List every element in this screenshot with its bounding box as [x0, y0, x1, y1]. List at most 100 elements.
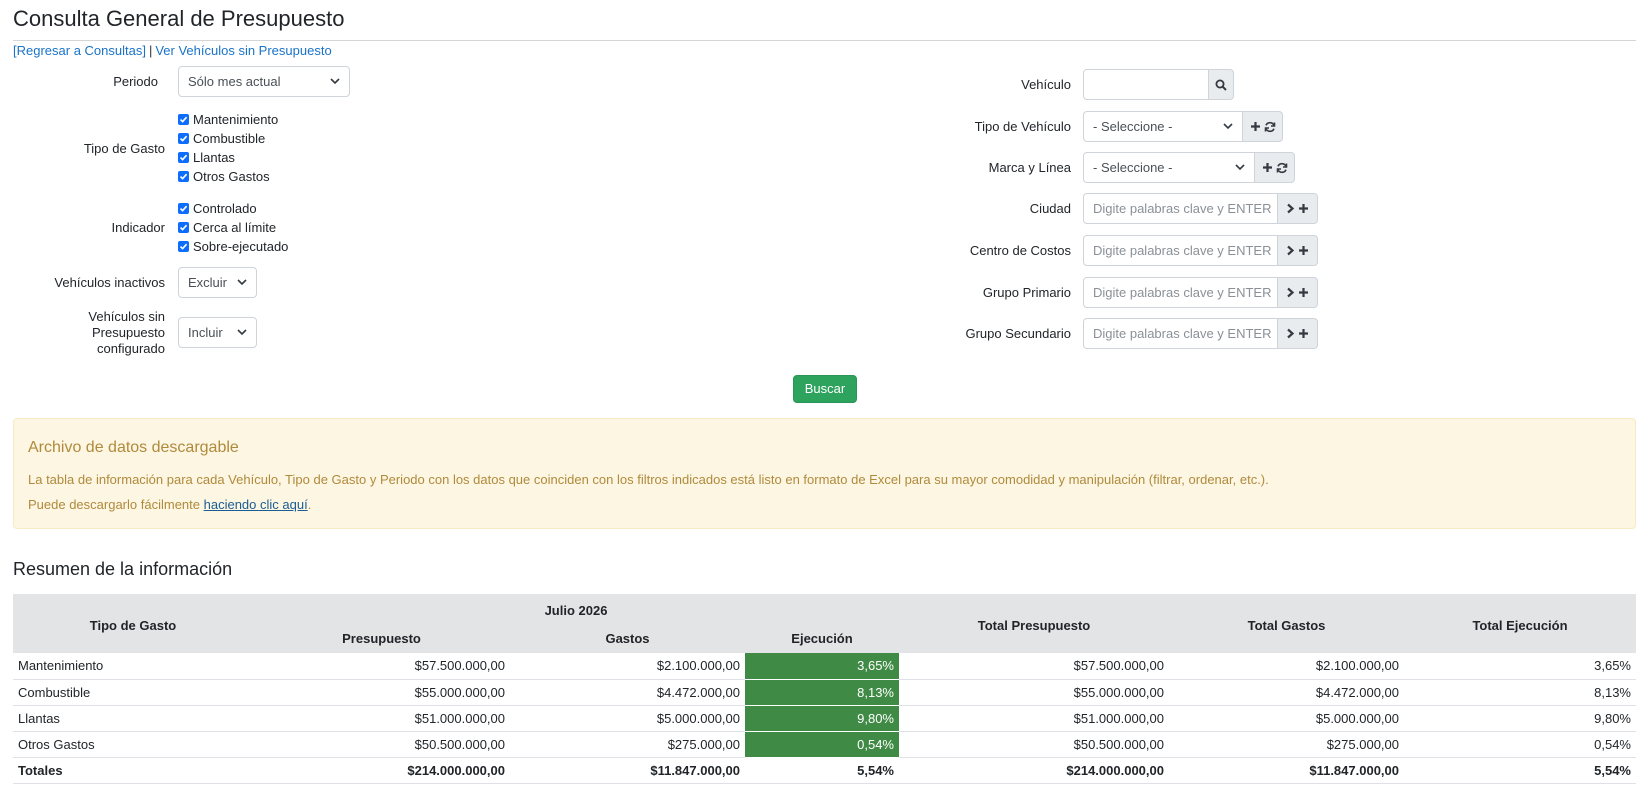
checkbox-mantenimiento[interactable]: Mantenimiento: [178, 110, 278, 129]
chevron-right-icon: [1287, 287, 1295, 298]
checkbox-otros-gastos[interactable]: Otros Gastos: [178, 167, 278, 186]
checkbox-checked-icon[interactable]: [178, 171, 189, 182]
tipo-vehiculo-select[interactable]: - Seleccione -: [1083, 111, 1243, 142]
checkbox-label: Controlado: [193, 201, 257, 216]
cell-ejecucion: 5,54%: [745, 757, 899, 784]
cell-gastos: $2.100.000,00: [510, 653, 745, 680]
refresh-icon[interactable]: [1276, 162, 1288, 174]
vehiculo-label: Vehículo: [1021, 77, 1071, 92]
summary-table: Tipo de Gasto Julio 2026 Total Presupues…: [13, 594, 1636, 784]
checkbox-checked-icon[interactable]: [178, 114, 189, 125]
page-title: Consulta General de Presupuesto: [13, 6, 345, 31]
plus-icon[interactable]: [1250, 121, 1261, 132]
header-presupuesto: Presupuesto: [253, 624, 510, 653]
periodo-label: Periodo: [113, 74, 158, 89]
totals-row: Totales $214.000.000,00 $11.847.000,00 5…: [13, 757, 1636, 784]
plus-icon: [1299, 204, 1308, 213]
sin-presupuesto-label: Vehículos sin Presupuesto configurado: [13, 309, 165, 357]
cell-total-presupuesto: $50.500.000,00: [899, 731, 1169, 758]
checkbox-controlado[interactable]: Controlado: [178, 199, 288, 218]
checkbox-combustible[interactable]: Combustible: [178, 129, 278, 148]
inactivos-value: Excluir: [188, 275, 228, 290]
checkbox-label: Llantas: [193, 150, 235, 165]
marca-linea-select[interactable]: - Seleccione -: [1083, 152, 1255, 183]
header-total-gastos: Total Gastos: [1169, 594, 1404, 653]
vehiculo-input[interactable]: [1083, 69, 1209, 100]
refresh-icon[interactable]: [1264, 121, 1276, 133]
header-total-presupuesto: Total Presupuesto: [899, 594, 1169, 653]
ciudad-label: Ciudad: [1029, 201, 1071, 216]
checkbox-checked-icon[interactable]: [178, 222, 189, 233]
plus-icon[interactable]: [1262, 162, 1273, 173]
tipo-vehiculo-value: - Seleccione -: [1093, 119, 1173, 134]
checkbox-cerca-limite[interactable]: Cerca al límite: [178, 218, 288, 237]
inactivos-label: Vehículos inactivos: [54, 275, 165, 290]
alert-download-line: Puede descargarlo fácilmente haciendo cl…: [28, 497, 311, 512]
centro-costos-input[interactable]: Digite palabras clave y ENTER: [1083, 235, 1278, 266]
download-link[interactable]: haciendo clic aquí: [204, 497, 308, 512]
vehicles-without-budget-link[interactable]: Ver Vehículos sin Presupuesto: [155, 43, 331, 58]
cell-ejecucion: 8,13%: [745, 679, 899, 706]
vehiculo-search-button[interactable]: [1209, 69, 1234, 100]
checkbox-checked-icon[interactable]: [178, 133, 189, 144]
label-line: configurado: [97, 341, 165, 356]
back-to-queries-link[interactable]: [Regresar a Consultas]: [13, 43, 146, 58]
ciudad-add-button[interactable]: [1278, 193, 1318, 224]
cell-gastos: $5.000.000,00: [510, 705, 745, 732]
tipo-gasto-checkboxes: Mantenimiento Combustible Llantas Otros …: [178, 110, 278, 186]
grupo-secundario-input[interactable]: Digite palabras clave y ENTER: [1083, 318, 1278, 349]
checkbox-label: Cerca al límite: [193, 220, 277, 235]
checkbox-llantas[interactable]: Llantas: [178, 148, 278, 167]
grupo-secundario-add-button[interactable]: [1278, 318, 1318, 349]
header-total-ejecucion: Total Ejecución: [1404, 594, 1636, 653]
cell-tipo: Totales: [13, 757, 253, 784]
cell-ejecucion: 3,65%: [745, 653, 899, 680]
inactivos-select[interactable]: Excluir: [178, 267, 257, 298]
title-divider: [13, 40, 1636, 41]
chevron-down-icon: [1223, 123, 1233, 130]
cell-tipo: Otros Gastos: [13, 731, 253, 758]
chevron-down-icon: [1235, 164, 1245, 171]
cell-total-presupuesto: $55.000.000,00: [899, 679, 1169, 706]
cell-total-presupuesto: $51.000.000,00: [899, 705, 1169, 732]
table-row: Otros Gastos $50.500.000,00 $275.000,00 …: [13, 731, 1636, 758]
cell-presupuesto: $50.500.000,00: [253, 731, 510, 758]
checkbox-checked-icon[interactable]: [178, 203, 189, 214]
grupo-primario-add-button[interactable]: [1278, 277, 1318, 308]
cell-total-presupuesto: $214.000.000,00: [899, 757, 1169, 784]
centro-costos-add-button[interactable]: [1278, 235, 1318, 266]
chevron-down-icon: [237, 279, 247, 286]
periodo-value: Sólo mes actual: [188, 74, 281, 89]
marca-linea-actions: [1255, 152, 1295, 183]
checkbox-checked-icon[interactable]: [178, 241, 189, 252]
ciudad-input[interactable]: Digite palabras clave y ENTER: [1083, 193, 1278, 224]
periodo-select[interactable]: Sólo mes actual: [178, 66, 350, 97]
table-row: Llantas $51.000.000,00 $5.000.000,00 9,8…: [13, 705, 1636, 732]
nav-links: [Regresar a Consultas] | Ver Vehículos sin…: [13, 43, 332, 58]
cell-gastos: $11.847.000,00: [510, 757, 745, 784]
table-row: Mantenimiento $57.500.000,00 $2.100.000,…: [13, 653, 1636, 680]
cell-tipo: Mantenimiento: [13, 653, 253, 680]
cell-presupuesto: $51.000.000,00: [253, 705, 510, 732]
checkbox-checked-icon[interactable]: [178, 152, 189, 163]
sin-presupuesto-select[interactable]: Incluir: [178, 317, 257, 348]
search-button[interactable]: Buscar: [793, 375, 857, 403]
sin-presupuesto-value: Incluir: [188, 325, 223, 340]
tipo-vehiculo-actions: [1243, 111, 1283, 142]
chevron-right-icon: [1287, 245, 1295, 256]
cell-presupuesto: $55.000.000,00: [253, 679, 510, 706]
chevron-down-icon: [237, 329, 247, 336]
table-row: Combustible $55.000.000,00 $4.472.000,00…: [13, 679, 1636, 706]
checkbox-sobre-ejecutado[interactable]: Sobre-ejecutado: [178, 237, 288, 256]
chevron-down-icon: [330, 78, 340, 85]
cell-total-ejecucion: 0,54%: [1404, 731, 1636, 758]
cell-total-gastos: $4.472.000,00: [1169, 679, 1404, 706]
plus-icon: [1299, 246, 1308, 255]
cell-tipo: Combustible: [13, 679, 253, 706]
download-alert: Archivo de datos descargable La tabla de…: [13, 418, 1636, 529]
cell-ejecucion: 9,80%: [745, 705, 899, 732]
marca-linea-label: Marca y Línea: [988, 160, 1071, 175]
grupo-primario-input[interactable]: Digite palabras clave y ENTER: [1083, 277, 1278, 308]
centro-costos-label: Centro de Costos: [969, 243, 1071, 258]
cell-total-gastos: $2.100.000,00: [1169, 653, 1404, 680]
